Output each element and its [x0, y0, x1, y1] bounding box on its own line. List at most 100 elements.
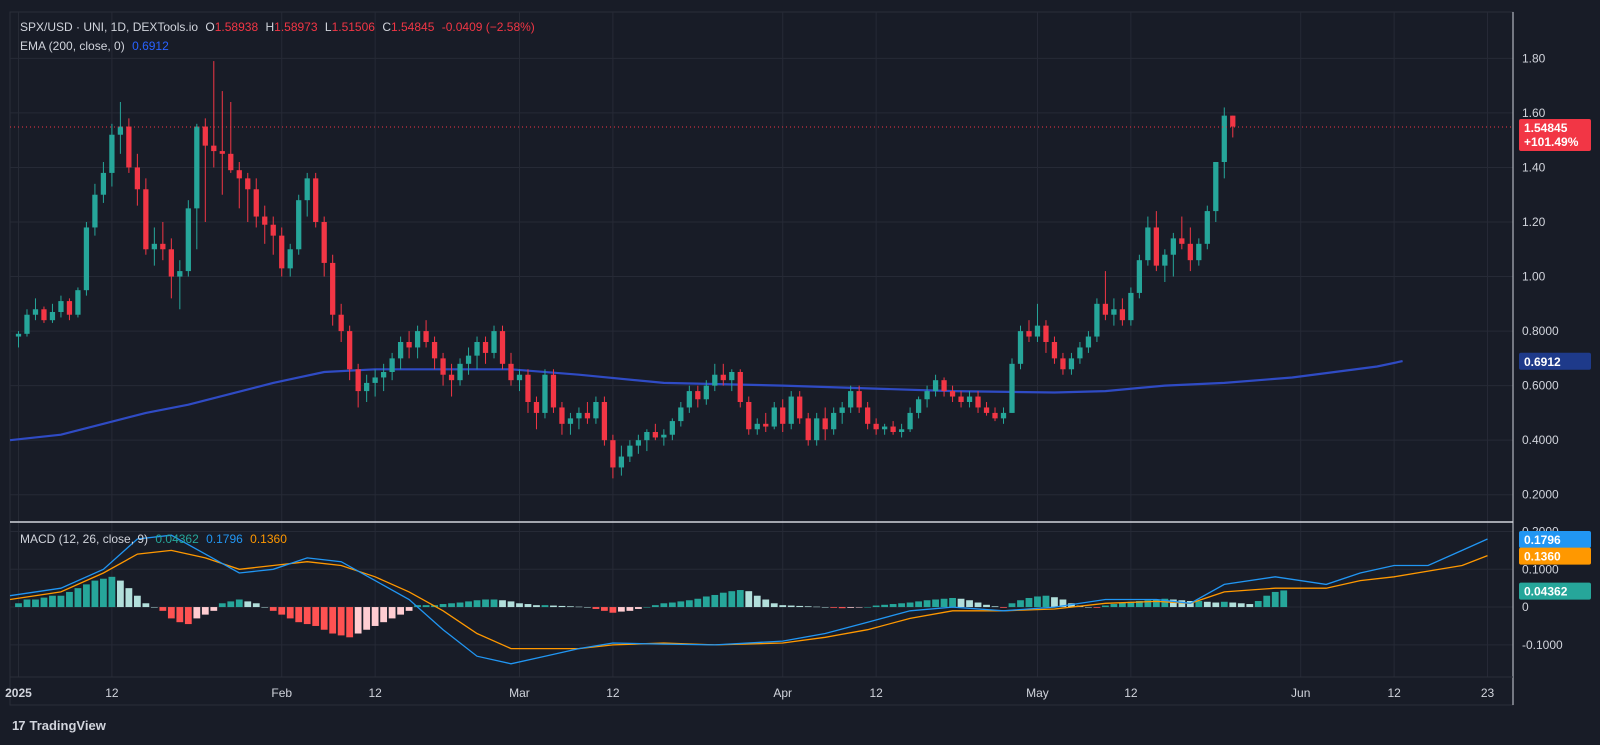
macd-histogram-bar	[507, 601, 515, 608]
candle-body	[932, 380, 939, 392]
macd-histogram-bar	[456, 602, 464, 608]
time-tick-label: Feb	[271, 686, 292, 700]
macd-histogram-bar	[465, 601, 472, 608]
macd-histogram-bar	[312, 607, 320, 626]
macd-histogram-bar	[83, 584, 90, 608]
candle-body	[1213, 162, 1219, 212]
macd-histogram-bar	[906, 602, 914, 608]
time-tick-label: Apr	[773, 686, 792, 700]
macd-histogram-bar	[745, 591, 753, 608]
candle-body	[865, 407, 871, 424]
macd-histogram-bar	[74, 588, 82, 608]
price-tick-label: 0.4000	[1522, 433, 1559, 447]
macd-histogram-bar	[1034, 596, 1041, 608]
macd-histogram-bar	[210, 607, 218, 611]
time-tick-label: 23	[1481, 686, 1495, 700]
macd-histogram-bar	[371, 607, 379, 626]
candle-body	[1162, 254, 1168, 266]
candle-body	[839, 407, 845, 413]
candle-body	[941, 380, 947, 392]
macd-legend[interactable]: MACD (12, 26, close, 9) 0.04362 0.1796 0…	[20, 532, 291, 546]
macd-histogram-bar	[855, 607, 863, 608]
candle-body	[389, 358, 395, 372]
candle-body	[958, 396, 964, 402]
macd-histogram-bar	[32, 599, 39, 608]
candle-body	[771, 407, 777, 427]
macd-histogram-bar	[252, 603, 260, 608]
candle-body	[1179, 238, 1185, 244]
macd-histogram-bar	[363, 607, 371, 630]
macd-histogram-bar	[23, 599, 31, 608]
candle-body	[160, 243, 166, 250]
candle-body	[848, 391, 854, 408]
candle-body	[1034, 325, 1041, 337]
macd-legend-label[interactable]: MACD (12, 26, close, 9)	[20, 532, 148, 546]
candle-body	[915, 399, 922, 413]
price-tick-label: 1.20	[1522, 215, 1546, 229]
candle-body	[126, 126, 132, 168]
candle-body	[763, 423, 769, 427]
candle-body	[380, 372, 387, 378]
candle-body	[1026, 331, 1032, 337]
macd-histogram-bar	[49, 595, 56, 608]
macd-histogram-bar	[295, 607, 303, 623]
macd-histogram-bar	[915, 601, 922, 608]
candle-body	[559, 407, 565, 424]
macd-histogram-bar	[575, 606, 583, 608]
candle-body	[584, 412, 591, 419]
ema-legend-label[interactable]: EMA (200, close, 0)	[20, 39, 125, 53]
candle-body	[1094, 303, 1100, 337]
candle-body	[576, 412, 582, 419]
macd-histogram-bar	[558, 605, 566, 608]
candle-body	[431, 342, 438, 359]
macd-histogram-bar	[261, 607, 269, 608]
candle-body	[593, 402, 599, 419]
high-label: H	[265, 20, 275, 34]
macd-histogram-bar	[1051, 597, 1058, 608]
candle-body	[49, 312, 56, 321]
macd-histogram-bar	[796, 605, 804, 608]
price-chart[interactable]: 1.80 1.60 1.40 1.20 1.00 0.8000 0.6000 0.4000 0.…	[0, 0, 1600, 745]
open-label: O	[205, 20, 215, 34]
candle-body	[304, 178, 310, 201]
macd-histogram-bar	[1178, 600, 1186, 608]
macd-histogram-bar	[711, 594, 719, 608]
time-tick-label: 12	[606, 686, 620, 700]
candle-body	[907, 412, 913, 430]
candle-body	[406, 342, 412, 348]
price-tick-label: 1.80	[1522, 51, 1546, 65]
macd-histogram-bar	[923, 600, 931, 608]
candle-body	[1136, 260, 1143, 293]
macd-histogram-bar	[439, 604, 447, 608]
macd-histogram-bar	[1280, 590, 1288, 608]
low-value: 1.51506	[331, 20, 375, 34]
candle-body	[279, 235, 285, 269]
candle-body	[134, 167, 141, 190]
macd-histogram-bar	[235, 599, 243, 608]
price-tick-label: 1.60	[1522, 106, 1546, 120]
candle-body	[92, 194, 98, 228]
macd-histogram-bar	[329, 607, 337, 634]
macd-histogram-bar	[1152, 599, 1160, 608]
tradingview-brand[interactable]: 17 TradingView	[12, 718, 106, 733]
candle-body	[1009, 363, 1015, 413]
candle-body	[287, 249, 293, 269]
symbol-title[interactable]: SPX/USD · UNI, 1D, DEXTools.io	[20, 20, 198, 34]
candle-body	[686, 391, 692, 408]
candle-body	[746, 402, 752, 430]
candle-body	[610, 440, 616, 468]
candle-body	[1187, 243, 1193, 261]
macd-histogram-bar	[957, 598, 965, 608]
candle-body	[364, 382, 370, 392]
candle-body	[805, 418, 811, 441]
macd-hist-badge-text: 0.04362	[1524, 585, 1568, 599]
symbol-legend[interactable]: SPX/USD · UNI, 1D, DEXTools.io O1.58938 …	[20, 20, 539, 34]
macd-histogram-bar	[405, 607, 413, 611]
candle-body	[1102, 303, 1109, 315]
candle-body	[797, 396, 803, 419]
macd-histogram-bar	[821, 607, 829, 608]
ema-legend[interactable]: EMA (200, close, 0) 0.6912	[20, 39, 173, 53]
price-tick-label: 1.40	[1522, 160, 1546, 174]
candle-body	[66, 301, 73, 315]
candle-body	[873, 423, 879, 430]
